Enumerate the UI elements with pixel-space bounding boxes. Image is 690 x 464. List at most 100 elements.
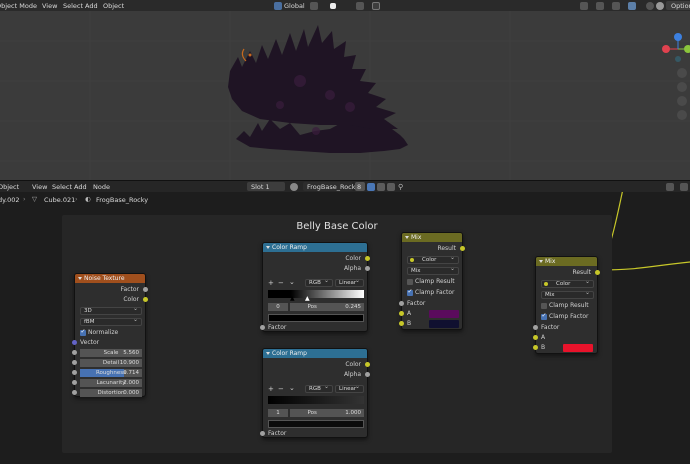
node-title[interactable]: Mix <box>536 257 597 266</box>
menu-view[interactable]: View <box>32 183 47 191</box>
socket-detail-in[interactable] <box>72 360 77 365</box>
slot-dropdown[interactable]: Slot 1 <box>251 183 270 191</box>
type-dropdown[interactable]: fBM <box>80 317 142 326</box>
gradient-bar[interactable] <box>268 290 364 298</box>
pin-icon[interactable]: ⚲ <box>398 183 406 191</box>
stop-position-field[interactable]: Pos 1.000 <box>290 409 364 417</box>
material-sphere-icon[interactable] <box>290 182 298 191</box>
mix-node-2[interactable]: Mix Result Color Mix Clamp Result Clamp … <box>533 256 600 354</box>
node-title[interactable]: Mix <box>402 233 462 242</box>
duplicate-icon[interactable] <box>377 182 385 191</box>
shader-node-editor[interactable]: Object View Select Add Node Slot 1 FrogB… <box>0 180 690 464</box>
socket-factor-out[interactable] <box>143 287 148 292</box>
socket-b-in[interactable] <box>533 345 538 350</box>
3d-viewport[interactable]: Object Mode View Select Add Object Globa… <box>0 0 690 180</box>
color-b-swatch[interactable] <box>563 344 593 352</box>
menu-view[interactable]: View <box>42 2 57 10</box>
roughness-field[interactable]: Roughness 0.714 <box>80 369 142 377</box>
stop-position-field[interactable]: Pos 0.245 <box>290 303 364 311</box>
data-type-dropdown[interactable]: Color <box>541 279 594 288</box>
remove-stop-icon[interactable]: − <box>278 279 284 287</box>
snap-icon[interactable] <box>330 2 336 9</box>
socket-result-out[interactable] <box>460 246 465 251</box>
menu-node[interactable]: Node <box>93 183 110 191</box>
options-button[interactable]: Options <box>671 2 690 10</box>
falloff-icon[interactable] <box>372 1 380 10</box>
clamp-result-checkbox[interactable] <box>541 303 547 309</box>
socket-factor-in[interactable] <box>399 301 404 306</box>
editor-mode-dropdown[interactable]: Object <box>0 183 19 191</box>
stop-color-swatch[interactable] <box>268 420 364 428</box>
stop-color-swatch[interactable] <box>268 314 364 322</box>
clamp-result-checkbox[interactable] <box>407 279 413 285</box>
interpolation-dropdown[interactable]: Linear <box>335 278 364 287</box>
shading-wire-icon[interactable] <box>646 1 654 10</box>
socket-roughness-in[interactable] <box>72 370 77 375</box>
socket-color-out[interactable] <box>365 256 370 261</box>
socket-factor-in[interactable] <box>260 325 265 330</box>
pivot-icon[interactable] <box>310 1 318 10</box>
socket-factor-in[interactable] <box>533 325 538 330</box>
blend-mode-dropdown[interactable]: Mix <box>407 266 459 275</box>
node-title[interactable]: Color Ramp <box>263 349 367 358</box>
socket-factor-in[interactable] <box>260 431 265 436</box>
visibility-icon[interactable] <box>580 1 588 10</box>
detail-field[interactable]: Detail 10.900 <box>80 359 142 367</box>
overlay-toggle-icon[interactable] <box>666 182 674 191</box>
mix-node-1[interactable]: Mix Result Color Mix Clamp Result Clamp … <box>399 232 465 330</box>
shading-solid-icon[interactable] <box>656 1 664 10</box>
add-stop-icon[interactable]: + <box>268 279 274 287</box>
color-mode-dropdown[interactable]: RGB <box>305 278 333 287</box>
socket-alpha-out[interactable] <box>365 372 370 377</box>
socket-a-in[interactable] <box>533 335 538 340</box>
socket-vector-in[interactable] <box>72 340 77 345</box>
menu-object[interactable]: Object <box>103 2 124 10</box>
menu-select[interactable]: Select <box>52 183 72 191</box>
socket-alpha-out[interactable] <box>365 266 370 271</box>
noise-texture-node[interactable]: Noise Texture Factor Color 3D fBM Normal… <box>72 273 148 397</box>
gizmo-toggle-icon[interactable] <box>596 1 604 10</box>
chevron-down-icon[interactable]: ⌄ <box>289 384 295 392</box>
dimensions-dropdown[interactable]: 3D <box>80 306 142 315</box>
interpolation-dropdown[interactable]: Linear <box>335 384 364 393</box>
stop-handle-icon[interactable]: ▲ <box>290 295 295 302</box>
menu-add[interactable]: Add <box>85 2 98 10</box>
stop-handle-icon[interactable]: ▲ <box>305 295 310 302</box>
clamp-factor-checkbox[interactable] <box>407 288 413 296</box>
socket-color-out[interactable] <box>143 297 148 302</box>
distortion-field[interactable]: Distortion 0.000 <box>80 389 142 397</box>
stop-index-field[interactable]: 1 <box>268 409 288 417</box>
menu-add[interactable]: Add <box>74 183 87 191</box>
socket-color-out[interactable] <box>365 362 370 367</box>
menu-select[interactable]: Select <box>63 2 83 10</box>
user-count[interactable]: 8 <box>357 183 361 191</box>
color-b-swatch[interactable] <box>429 320 459 328</box>
data-type-dropdown[interactable]: Color <box>407 255 459 264</box>
socket-lacunarity-in[interactable] <box>72 380 77 385</box>
lacunarity-field[interactable]: Lacunarity 2.000 <box>80 379 142 387</box>
socket-result-out[interactable] <box>595 270 600 275</box>
color-mode-dropdown[interactable]: RGB <box>305 384 333 393</box>
snapping-icon[interactable] <box>680 182 688 191</box>
fake-user-icon[interactable] <box>367 182 375 191</box>
stop-index-field[interactable]: 0 <box>268 303 288 311</box>
add-stop-icon[interactable]: + <box>268 385 274 393</box>
remove-stop-icon[interactable]: − <box>278 385 284 393</box>
socket-scale-in[interactable] <box>72 350 77 355</box>
color-ramp-node-2[interactable]: Color Ramp Color Alpha + − ⌄ RGB Linear … <box>260 348 370 438</box>
mode-selector[interactable]: Object Mode <box>0 2 37 10</box>
clamp-factor-checkbox[interactable] <box>541 312 547 320</box>
socket-distortion-in[interactable] <box>72 390 77 395</box>
unlink-icon[interactable] <box>387 182 395 191</box>
blend-mode-dropdown[interactable]: Mix <box>541 290 594 299</box>
node-title[interactable]: Color Ramp <box>263 243 367 252</box>
color-ramp-node-1[interactable]: Color Ramp Color Alpha + − ⌄ RGB Linear … <box>260 242 370 332</box>
socket-a-in[interactable] <box>399 311 404 316</box>
overlay-icon[interactable] <box>612 1 620 10</box>
normalize-checkbox[interactable] <box>80 328 86 336</box>
color-a-swatch[interactable] <box>429 310 459 318</box>
scale-field[interactable]: Scale 5.560 <box>80 349 142 357</box>
socket-b-in[interactable] <box>399 321 404 326</box>
node-title[interactable]: Noise Texture <box>75 274 145 283</box>
material-name-field[interactable]: FrogBase_Rocky <box>307 183 359 191</box>
